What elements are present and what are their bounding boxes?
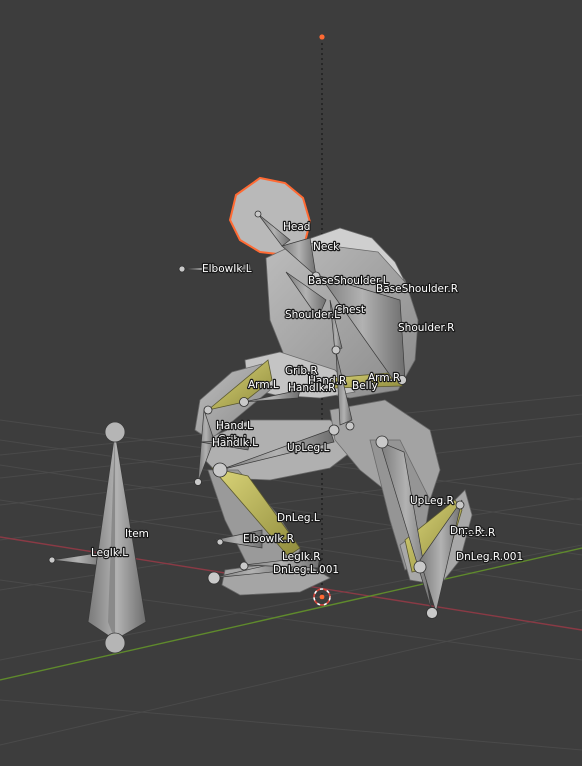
- label-dnleg-l: DnLeg.L: [277, 512, 320, 524]
- label-neck: Neck: [313, 241, 340, 253]
- label-dnleg-l001: DnLeg.L.001: [273, 564, 339, 576]
- label-shoulder-r: Shoulder.R: [398, 322, 454, 334]
- label-item: Item: [125, 528, 149, 540]
- label-shoulder-l: Shoulder.L: [285, 309, 340, 321]
- label-dnleg-r: Dn...R: [450, 525, 482, 537]
- label-handik-r: HandIk.R: [288, 382, 335, 394]
- 3d-viewport[interactable]: Head Neck ElbowIk.L BaseShoulder.L BaseS…: [0, 0, 582, 766]
- label-upleg-r: UpLeg.R: [410, 495, 454, 507]
- label-legik-l: LegIk.L: [91, 547, 128, 559]
- label-handik-l: HandIk.L: [212, 437, 258, 449]
- label-legik-r: LegIk.R: [282, 551, 321, 563]
- label-elbowik-l: ElbowIk.L: [202, 263, 252, 275]
- label-elbowik-r: ElbowIk.R: [243, 533, 294, 545]
- label-belly: Belly: [352, 380, 378, 392]
- label-arm-l: Arm.L: [248, 379, 279, 391]
- object-origin-icon: [319, 34, 325, 40]
- label-baseshoulder-r: BaseShoulder.R: [376, 283, 458, 295]
- label-upleg-l: UpLeg.L: [287, 442, 329, 454]
- label-hand-l: Hand.L: [216, 420, 253, 432]
- label-head: Head: [283, 221, 310, 233]
- label-dnleg-r001: DnLeg.R.001: [456, 551, 523, 563]
